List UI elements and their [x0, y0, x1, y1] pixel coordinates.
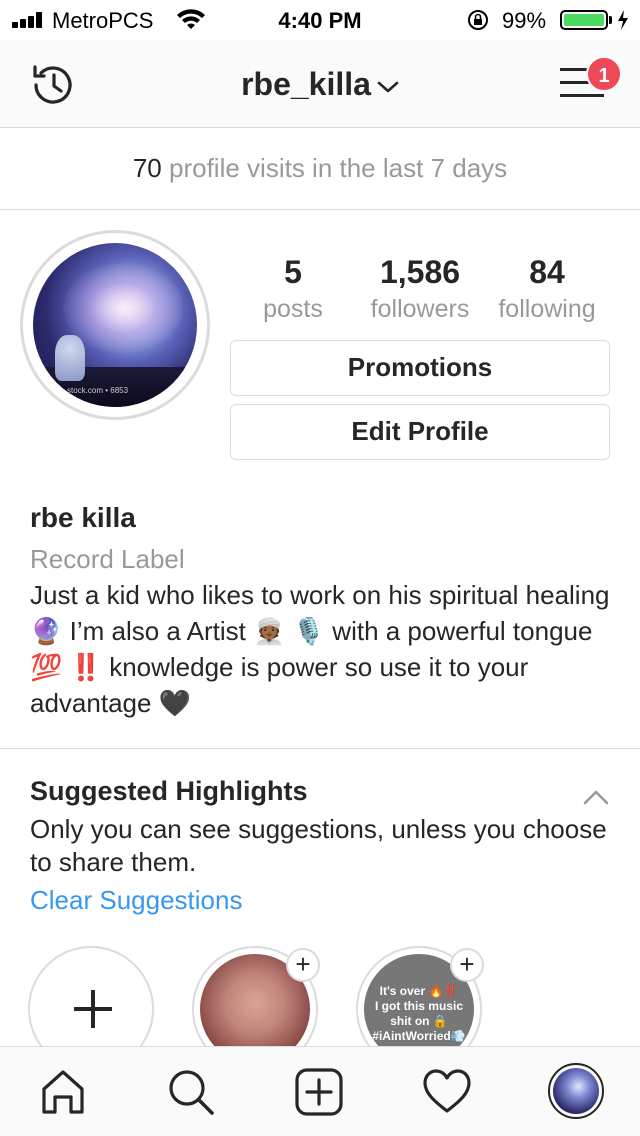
following-count: 84	[529, 254, 565, 290]
account-switcher[interactable]: rbe_killa	[0, 66, 640, 103]
profile-visits-banner[interactable]: 70 profile visits in the last 7 days	[0, 128, 640, 210]
posts-label: posts	[263, 295, 323, 323]
add-highlight-icon[interactable]: +	[286, 948, 320, 982]
stat-following[interactable]: 84 following	[488, 254, 606, 324]
promotions-button[interactable]: Promotions	[230, 340, 610, 396]
charging-icon	[618, 10, 628, 30]
highlights-title: Suggested Highlights	[30, 776, 308, 806]
chevron-up-icon[interactable]	[582, 788, 610, 806]
rotation-lock-icon	[468, 10, 488, 30]
bio-text: Just a kid who likes to work on his spir…	[30, 580, 610, 718]
add-post-icon[interactable]	[292, 1065, 346, 1119]
profile-stats: 5 posts 1,586 followers 84 following	[230, 254, 610, 324]
search-icon[interactable]	[164, 1065, 218, 1119]
followers-label: followers	[370, 295, 470, 323]
heart-icon[interactable]	[420, 1065, 474, 1119]
category-label: Record Label	[30, 544, 185, 574]
profile-bio: rbe killa Record Label Just a kid who li…	[30, 502, 610, 721]
home-icon[interactable]	[36, 1065, 90, 1119]
divider	[0, 748, 640, 749]
edit-profile-button[interactable]: Edit Profile	[230, 404, 610, 460]
battery-icon	[560, 10, 608, 30]
username: rbe_killa	[241, 66, 371, 102]
bottom-tab-bar	[0, 1046, 640, 1136]
visits-count: 70	[132, 153, 162, 183]
chevron-down-icon	[377, 81, 399, 92]
stat-posts[interactable]: 5 posts	[230, 254, 356, 324]
visits-label: profile visits in the last 7 days	[169, 153, 508, 183]
followers-count: 1,586	[379, 254, 461, 290]
avatar-image: stock.com • 6853	[33, 243, 197, 407]
status-bar: MetroPCS 4:40 PM 99%	[0, 0, 640, 40]
add-highlight-icon[interactable]: +	[450, 948, 484, 982]
battery-percent: 99%	[502, 8, 547, 33]
clear-suggestions-link[interactable]: Clear Suggestions	[30, 885, 610, 916]
profile-tab-avatar[interactable]	[548, 1063, 604, 1119]
suggested-highlights: Suggested Highlights Only you can see su…	[30, 776, 610, 916]
display-name: rbe killa	[30, 502, 136, 533]
profile-avatar[interactable]: stock.com • 6853	[20, 230, 210, 420]
highlights-description: Only you can see suggestions, unless you…	[30, 814, 607, 877]
top-nav-bar: rbe_killa 1	[0, 40, 640, 128]
stat-followers[interactable]: 1,586 followers	[360, 254, 480, 324]
posts-count: 5	[284, 254, 302, 290]
notification-badge: 1	[586, 56, 622, 92]
following-label: following	[498, 295, 596, 323]
